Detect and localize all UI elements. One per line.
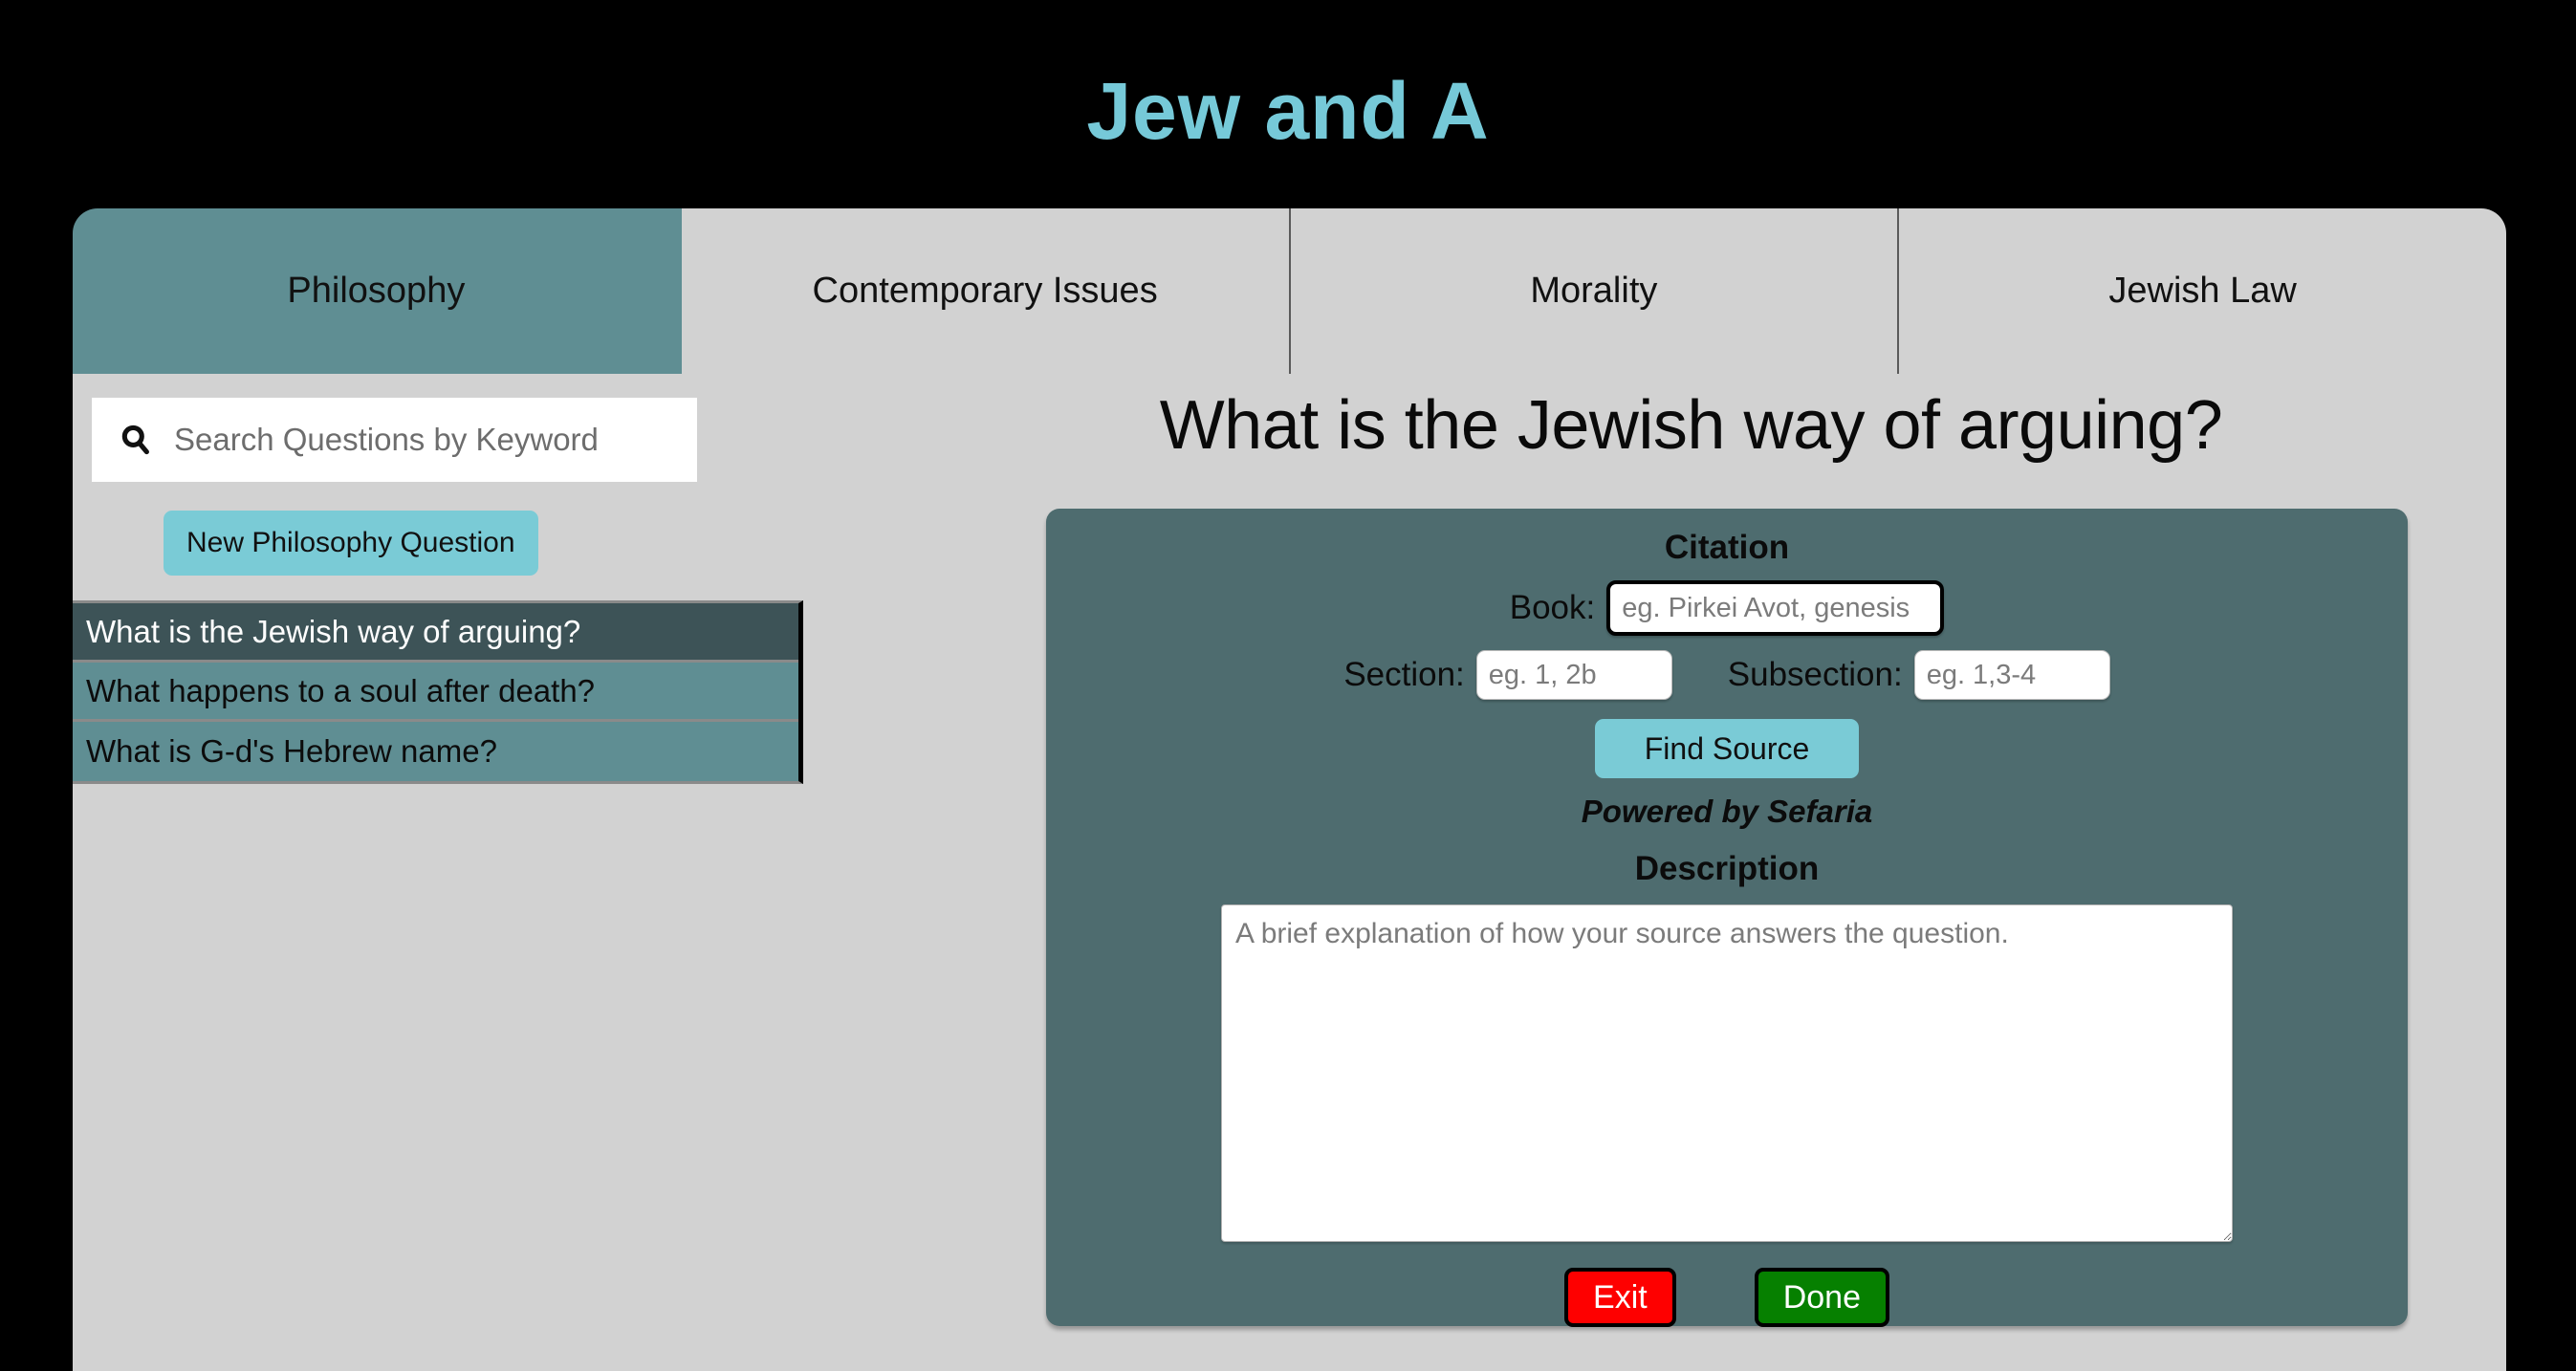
tab-jewish-law-label: Jewish Law <box>2108 271 2297 312</box>
question-list-item[interactable]: What happens to a soul after death? <box>73 663 798 722</box>
tab-morality-label: Morality <box>1530 271 1658 312</box>
tab-bar: Philosophy Contemporary Issues Morality … <box>73 208 2506 374</box>
question-list-item-label: What happens to a soul after death? <box>86 672 596 708</box>
search-icon <box>117 421 155 459</box>
search-box[interactable] <box>92 398 697 482</box>
description-title: Description <box>1634 850 1820 887</box>
tab-contemporary-issues-label: Contemporary Issues <box>812 271 1158 312</box>
book-label: Book: <box>1509 589 1596 626</box>
sidebar: New Philosophy Question What is the Jewi… <box>73 374 876 1371</box>
app-root: Jew and A Philosophy Contemporary Issues… <box>0 0 2576 1371</box>
done-button[interactable]: Done <box>1754 1268 1889 1327</box>
tab-philosophy-label: Philosophy <box>287 271 466 312</box>
search-input[interactable] <box>172 411 697 468</box>
main-area: What is the Jewish way of arguing? Citat… <box>876 374 2506 1371</box>
question-list-item-label: What is G-d's Hebrew name? <box>86 733 497 769</box>
subsection-label: Subsection: <box>1727 656 1903 693</box>
powered-by-sefaria: Powered by Sefaria <box>1581 794 1873 829</box>
app-title: Jew and A <box>1086 66 1490 156</box>
tab-jewish-law[interactable]: Jewish Law <box>1899 208 2506 374</box>
tab-contemporary-issues[interactable]: Contemporary Issues <box>681 208 1291 374</box>
book-field-row: Book: <box>1046 580 2408 636</box>
exit-button[interactable]: Exit <box>1564 1268 1676 1327</box>
description-textarea[interactable] <box>1221 904 2233 1242</box>
tab-philosophy[interactable]: Philosophy <box>73 208 682 374</box>
question-list-item[interactable]: What is the Jewish way of arguing? <box>73 603 798 663</box>
section-field-row: Section: Subsection: <box>1046 650 2408 700</box>
subsection-input[interactable] <box>1913 650 2110 700</box>
find-source-button[interactable]: Find Source <box>1595 719 1859 778</box>
content-panel: New Philosophy Question What is the Jewi… <box>73 374 2506 1371</box>
citation-card: Citation Book: Section: Subsection: Find… <box>1046 509 2408 1327</box>
section-label: Section: <box>1343 656 1465 693</box>
book-input[interactable] <box>1606 580 1945 636</box>
question-list-item[interactable]: What is G-d's Hebrew name? <box>73 722 798 781</box>
question-list: What is the Jewish way of arguing? What … <box>73 600 803 784</box>
section-input[interactable] <box>1475 650 1672 700</box>
new-philosophy-question-button[interactable]: New Philosophy Question <box>164 511 538 576</box>
card-actions: Exit Done <box>1046 1268 2408 1327</box>
app-header: Jew and A <box>0 0 2576 208</box>
question-heading: What is the Jewish way of arguing? <box>1159 387 2223 464</box>
question-list-item-label: What is the Jewish way of arguing? <box>86 613 581 649</box>
tab-morality[interactable]: Morality <box>1290 208 1900 374</box>
citation-title: Citation <box>1664 529 1790 566</box>
